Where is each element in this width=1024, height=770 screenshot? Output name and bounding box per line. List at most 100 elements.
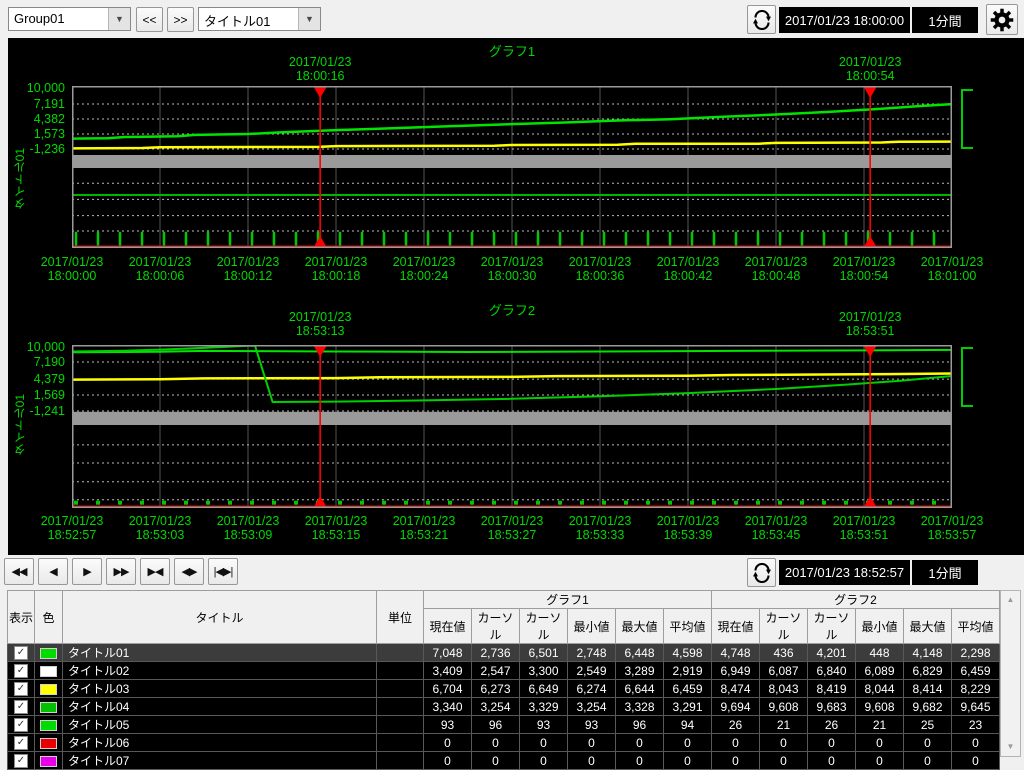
series-dot	[822, 501, 826, 505]
header-unit: 単位	[377, 591, 424, 644]
title-select[interactable]: タイトル01 ▼	[198, 7, 321, 31]
refresh-button[interactable]	[747, 558, 776, 587]
row-visible-checkbox[interactable]: ✓	[14, 736, 28, 750]
cursors-to-edges-button[interactable]: |◀▶|	[208, 558, 238, 585]
value-cell: 6,087	[760, 662, 808, 680]
series-dot	[96, 501, 100, 505]
table-row[interactable]: ✓タイトル043,3403,2543,3293,2543,3283,2919,6…	[8, 698, 1000, 716]
table-row[interactable]: ✓タイトル05939693939694262126212523	[8, 716, 1000, 734]
datetime-display[interactable]: 2017/01/23 18:00:00	[779, 7, 910, 33]
series-dot	[184, 501, 188, 505]
value-cell: 0	[664, 752, 712, 770]
series-dot	[888, 501, 892, 505]
series-dot	[690, 501, 694, 505]
scroll-down-icon[interactable]: ▼	[1001, 741, 1020, 753]
header-show: 表示	[8, 591, 35, 644]
x-axis-tick-label: 2017/01/2318:53:03	[116, 514, 204, 542]
row-visible-checkbox[interactable]: ✓	[14, 682, 28, 696]
row-title-cell: タイトル04	[63, 698, 377, 716]
cursor-handle-bottom[interactable]	[313, 496, 327, 508]
step-forward-button[interactable]: ▶	[72, 558, 102, 585]
header-title: タイトル	[63, 591, 377, 644]
chevron-down-icon[interactable]: ▼	[298, 8, 320, 30]
scroll-up-icon[interactable]: ▲	[1001, 594, 1020, 606]
cursor-handle-bottom[interactable]	[863, 496, 877, 508]
color-cell	[35, 644, 63, 662]
table-row[interactable]: ✓タイトル036,7046,2736,6496,2746,6446,4598,4…	[8, 680, 1000, 698]
group-select[interactable]: Group01 ▼	[8, 7, 131, 31]
interval-display[interactable]: 1分間	[912, 7, 978, 33]
header-cursor-b: カーソル	[808, 609, 856, 644]
series-color-swatch	[40, 738, 57, 749]
value-cell: 6,089	[856, 662, 904, 680]
graph-title: グラフ2	[412, 300, 612, 319]
header-min: 最小値	[856, 609, 904, 644]
table-row[interactable]: ✓タイトル06000000000000	[8, 734, 1000, 752]
value-cell: 0	[856, 734, 904, 752]
value-cell: 0	[904, 734, 952, 752]
interval-display[interactable]: 1分間	[912, 560, 978, 585]
header-current: 現在値	[712, 609, 760, 644]
x-axis-tick-label: 2017/01/2318:52:57	[28, 514, 116, 542]
value-cell: 0	[952, 752, 1000, 770]
graph-2: グラフ2 タイトル01 10,0007,1904,3791,569-1,241 …	[8, 38, 1024, 555]
prev-group-button[interactable]: <<	[136, 7, 163, 32]
cursors-outward-button[interactable]: ◀▶	[174, 558, 204, 585]
value-cell: 6,949	[712, 662, 760, 680]
top-toolbar: Group01 ▼ << >> タイトル01 ▼ 2017/01/23 18:0…	[0, 0, 1024, 38]
series-dot	[536, 501, 540, 505]
header-cursor-a: カーソル	[472, 609, 520, 644]
value-cell: 25	[904, 716, 952, 734]
show-cell: ✓	[8, 698, 35, 716]
show-cell: ✓	[8, 662, 35, 680]
x-axis-tick-label: 2017/01/2318:53:09	[204, 514, 292, 542]
value-cell: 0	[760, 752, 808, 770]
series-dot	[558, 501, 562, 505]
table-scrollbar[interactable]: ▲ ▼	[1000, 590, 1021, 757]
value-cell: 6,501	[520, 644, 568, 662]
chevron-down-icon[interactable]: ▼	[108, 8, 130, 30]
next-group-button[interactable]: >>	[167, 7, 194, 32]
chart-panel: グラフ1 タイトル01 10,0007,1914,3821,573-1,236 …	[8, 38, 1024, 555]
value-cell: 94	[664, 716, 712, 734]
series-dot	[602, 501, 606, 505]
series-dot	[646, 501, 650, 505]
value-cell: 0	[520, 752, 568, 770]
row-title-cell: タイトル01	[63, 644, 377, 662]
row-visible-checkbox[interactable]: ✓	[14, 664, 28, 678]
value-cell: 6,649	[520, 680, 568, 698]
row-visible-checkbox[interactable]: ✓	[14, 646, 28, 660]
series-dot	[162, 501, 166, 505]
datetime-display[interactable]: 2017/01/23 18:52:57	[779, 560, 910, 585]
row-title-cell: タイトル03	[63, 680, 377, 698]
series-color-swatch	[40, 720, 57, 731]
series-dot	[426, 501, 430, 505]
value-cell: 0	[472, 734, 520, 752]
row-visible-checkbox[interactable]: ✓	[14, 700, 28, 714]
settings-button[interactable]	[986, 4, 1018, 35]
value-cell: 2,547	[472, 662, 520, 680]
unit-cell	[377, 698, 424, 716]
value-cell: 0	[568, 734, 616, 752]
table-row[interactable]: ✓タイトル017,0482,7366,5012,7486,4484,5984,7…	[8, 644, 1000, 662]
value-cell: 0	[616, 734, 664, 752]
row-visible-checkbox[interactable]: ✓	[14, 754, 28, 768]
value-cell: 0	[424, 734, 472, 752]
value-cell: 7,048	[424, 644, 472, 662]
value-cell: 8,043	[760, 680, 808, 698]
fast-forward-button[interactable]: ▶▶	[106, 558, 136, 585]
series-dot	[580, 501, 584, 505]
cursors-inward-button[interactable]: ▶◀	[140, 558, 170, 585]
table-row[interactable]: ✓タイトル07000000000000	[8, 752, 1000, 770]
value-cell: 3,254	[472, 698, 520, 716]
value-cell: 8,419	[808, 680, 856, 698]
color-cell	[35, 752, 63, 770]
series-dot	[492, 501, 496, 505]
header-avg: 平均値	[664, 609, 712, 644]
series-dot	[140, 501, 144, 505]
table-row[interactable]: ✓タイトル023,4092,5473,3002,5493,2892,9196,9…	[8, 662, 1000, 680]
row-visible-checkbox[interactable]: ✓	[14, 718, 28, 732]
rewind-button[interactable]: ◀◀	[4, 558, 34, 585]
step-back-button[interactable]: ◀	[38, 558, 68, 585]
refresh-button[interactable]	[747, 5, 776, 34]
